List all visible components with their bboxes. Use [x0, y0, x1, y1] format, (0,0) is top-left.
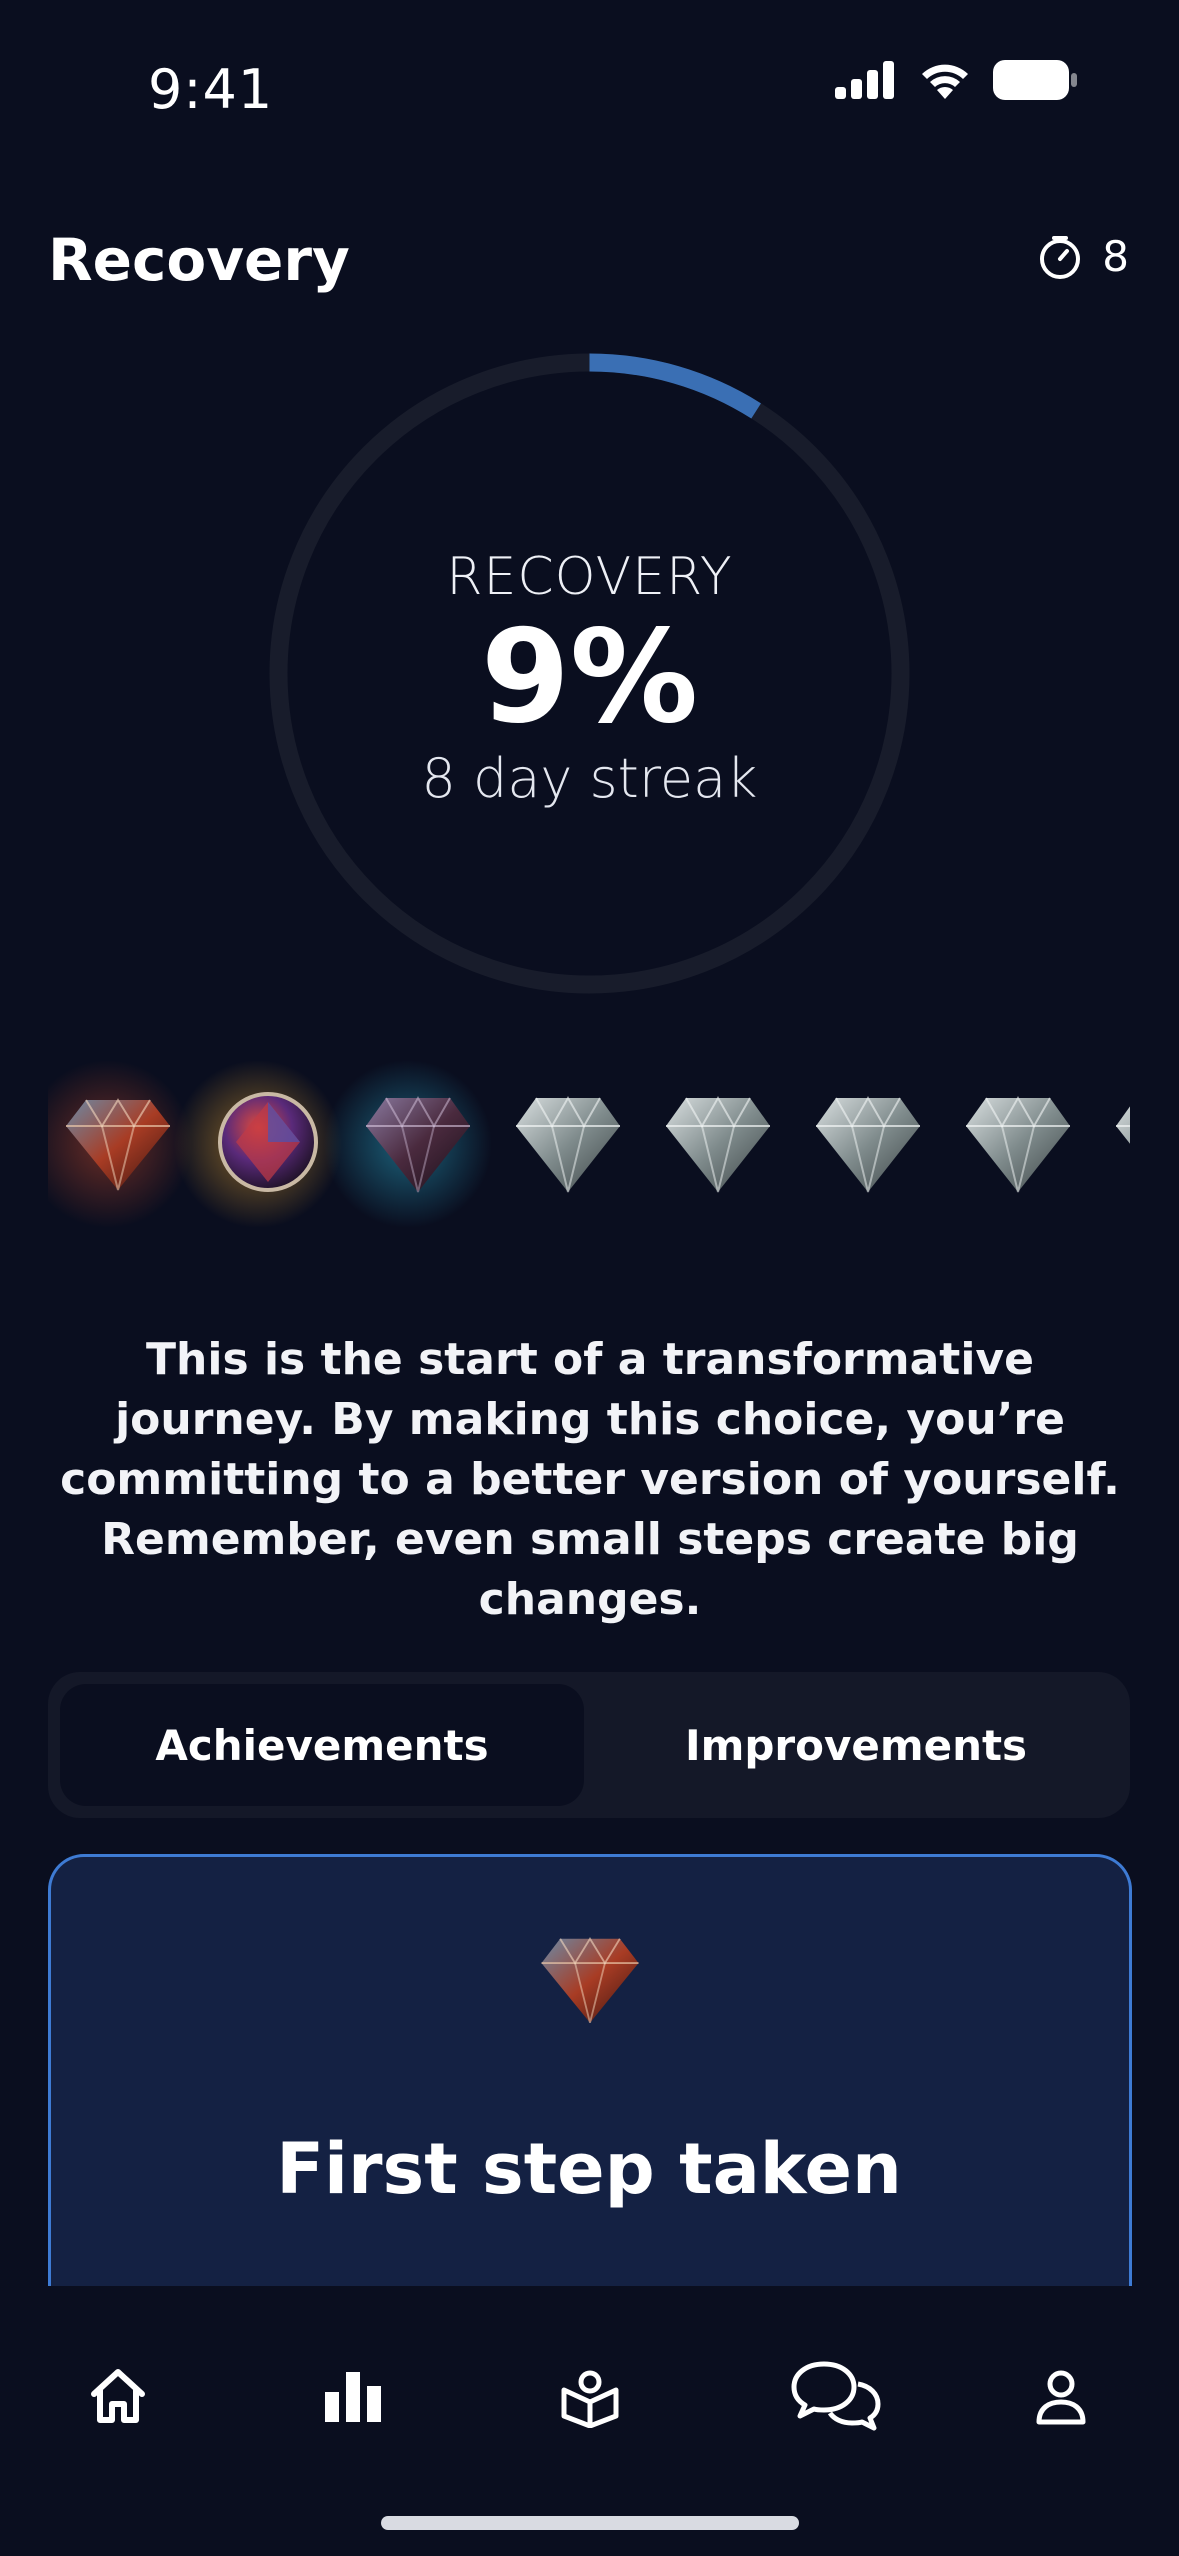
silver-gem-icon [816, 1095, 920, 1193]
cellular-signal-icon [835, 61, 894, 99]
tab-achievements[interactable]: Achievements [60, 1684, 584, 1806]
wifi-icon [922, 64, 968, 99]
recovery-percent: 9% [480, 602, 699, 752]
achievements-improvements-toggle: Achievements Improvements [48, 1672, 1130, 1818]
achievement-card[interactable] [48, 1854, 1132, 2297]
tab-community[interactable] [776, 2346, 896, 2446]
learn-icon [561, 2370, 619, 2428]
streak-text: 8 day streak [421, 747, 758, 811]
streak-count: 8 [1102, 232, 1129, 281]
stats-icon [325, 2372, 381, 2422]
tab-stats[interactable] [303, 2346, 403, 2446]
ring-center: RECOVERY 9% 8 day streak [259, 343, 920, 1004]
red-gem-icon [66, 1098, 170, 1191]
tab-profile[interactable] [1011, 2346, 1111, 2446]
silver-gem-icon [1116, 1106, 1130, 1144]
orb-gem-icon [218, 1092, 318, 1192]
status-time: 9:41 [148, 58, 274, 121]
tab-improvements[interactable]: Improvements [594, 1684, 1118, 1806]
red-gem-icon [541, 1937, 639, 2024]
ring-label: RECOVERY [446, 546, 733, 607]
motivational-message: This is the start of a transformative jo… [60, 1334, 1120, 1625]
profile-icon [1036, 2370, 1086, 2425]
home-icon [91, 2369, 145, 2423]
chat-icon [791, 2361, 881, 2431]
timer-icon [1040, 235, 1081, 279]
tab-home[interactable] [68, 2346, 168, 2446]
status-icons [835, 60, 1077, 100]
page-title: Recovery [48, 226, 350, 294]
silver-gem-icon [666, 1095, 770, 1193]
silver-gem-icon [516, 1095, 620, 1193]
streak-counter[interactable]: 8 [1036, 232, 1129, 281]
dark-gem-icon [366, 1095, 470, 1193]
battery-icon [993, 60, 1077, 100]
gem-row[interactable] [48, 1060, 1130, 1240]
achievement-title: First step taken [276, 2128, 902, 2210]
silver-gem-icon [966, 1095, 1070, 1193]
home-indicator[interactable] [381, 2516, 799, 2530]
tab-learn[interactable] [540, 2346, 640, 2446]
